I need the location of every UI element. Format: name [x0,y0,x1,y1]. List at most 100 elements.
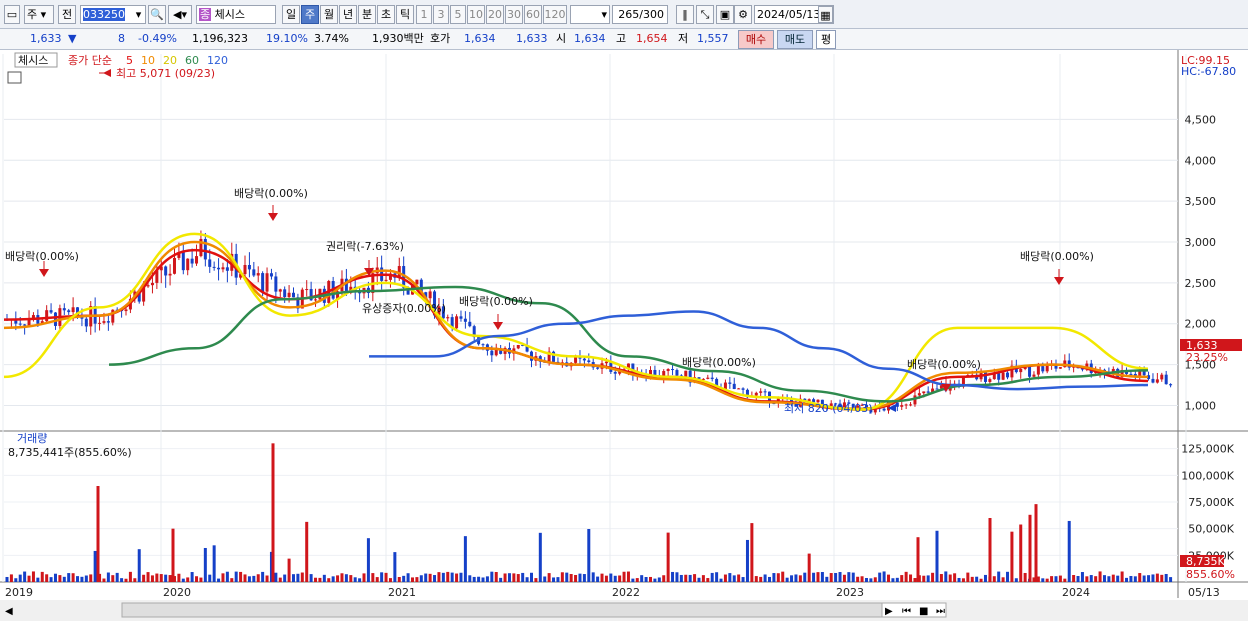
candle-body [754,392,758,396]
volume-bar [477,576,481,582]
candle-body [459,316,463,319]
volume-bar [278,577,282,582]
volume-bar [569,574,573,582]
volume-bar [856,576,860,582]
price-chart-svg[interactable]: 최고 5,071 (09/23) 최저 820 (04/03) 배당락(0.00%)… [0,50,1248,621]
period-tab-6[interactable]: 틱 [396,5,414,24]
volume-bar [261,571,265,582]
candle-body [124,309,128,312]
candle-body [49,310,53,313]
calendar-icon[interactable]: ▦ [818,6,833,23]
volume-bar [455,573,459,582]
window-icon[interactable]: ▭ [4,5,20,24]
chart-bg [0,50,1248,621]
volume-bar [935,530,939,582]
candle-body [1155,379,1159,383]
volume-bar [521,572,525,582]
save-icon[interactable]: ▣ [716,5,734,24]
volume-bar [366,538,370,582]
buy-button[interactable]: 매수 [738,30,774,49]
speaker-icon[interactable]: ◀▾ [168,5,192,24]
volume-tick-label: 125,000K [1181,443,1234,456]
volume-bar [353,577,357,582]
candle-body [106,321,110,323]
volume-bar [979,578,983,582]
candle-body [62,308,66,311]
volume-bar [283,574,287,582]
volume-value: 1,196,323 [192,32,248,45]
volume-bar [146,572,150,582]
stock-name-field[interactable]: 종 체시스 [196,5,276,24]
period-tab-1[interactable]: 주 [301,5,319,24]
volume-bar [340,573,344,582]
chart-area[interactable]: 최고 5,071 (09/23) 최저 820 (04/03) 배당락(0.00%)… [0,50,1248,621]
volume-bar [1001,577,1005,582]
candle-body [190,258,194,264]
candle-body [287,292,291,297]
extra-select[interactable]: ▾ [570,5,610,24]
volume-bar [838,572,842,582]
volume-bar [851,572,855,582]
candle-body [935,388,939,390]
interval-button-30[interactable]: 30 [505,5,523,24]
volume-title: 거래량 [17,432,47,445]
dividend-annotation-4: 배당락(0.00%) [682,356,756,369]
interval-button-1[interactable]: 1 [416,5,432,24]
period-tab-3[interactable]: 년 [339,5,357,24]
volume-bar [375,577,379,582]
period-tab-0[interactable]: 일 [282,5,300,24]
candle-body [613,371,617,374]
jeon-button[interactable]: 전 [58,5,76,24]
volume-bar [1133,576,1137,582]
volume-bar [27,575,31,582]
candle-icon[interactable]: ‖ [676,5,694,24]
period-tab-2[interactable]: 월 [320,5,338,24]
candle-body [516,344,520,349]
volume-bar [265,575,269,582]
sell-button[interactable]: 매도 [777,30,813,49]
scrollbar-track [121,602,883,618]
interval-button-120[interactable]: 120 [543,5,567,24]
volume-bar [190,572,194,582]
candle-body [278,289,282,292]
candle-body [102,321,106,323]
volume-bar [1010,531,1014,582]
volume-bar [142,574,146,582]
volume-bar [1142,575,1146,582]
interval-button-60[interactable]: 60 [524,5,542,24]
candle-body [164,266,168,276]
gear-icon[interactable]: ⚙ [734,5,752,24]
interval-button-20[interactable]: 20 [486,5,504,24]
interval-button-10[interactable]: 10 [467,5,485,24]
pyeong-button[interactable]: 평 [816,30,836,49]
count-field[interactable]: 265/300 [612,5,668,24]
volume-bar [657,577,661,582]
interval-button-5[interactable]: 5 [450,5,466,24]
volume-bar [45,574,49,582]
volume-bar [675,572,679,582]
volume-bar [529,572,533,582]
candle-body [917,393,921,396]
tools-icon[interactable]: ⤡ [696,5,714,24]
candle-body [384,279,388,281]
chevron-down-icon[interactable]: ▾ [132,6,145,23]
volume-bar [344,574,348,582]
hc-label: HC:-67.80 [1181,65,1236,78]
stock-label: 체시스 [18,54,48,67]
x-tick-label: 2023 [836,586,864,599]
scroll-control-icon: ⏮ [902,606,911,617]
volume-bar [895,577,899,582]
volume-bar [71,573,75,582]
candle-body [455,316,459,329]
interval-button-3[interactable]: 3 [433,5,449,24]
volume-bar [428,573,432,582]
volume-bar [710,572,714,582]
period-tab-4[interactable]: 분 [358,5,376,24]
type-select[interactable]: 주 ▾ [24,5,54,24]
volume-bar [18,574,22,582]
candle-body [728,382,732,384]
period-tab-5[interactable]: 초 [377,5,395,24]
candle-body [582,358,586,361]
volume-bar [776,573,780,582]
search-icon[interactable]: 🔍 [148,5,166,24]
